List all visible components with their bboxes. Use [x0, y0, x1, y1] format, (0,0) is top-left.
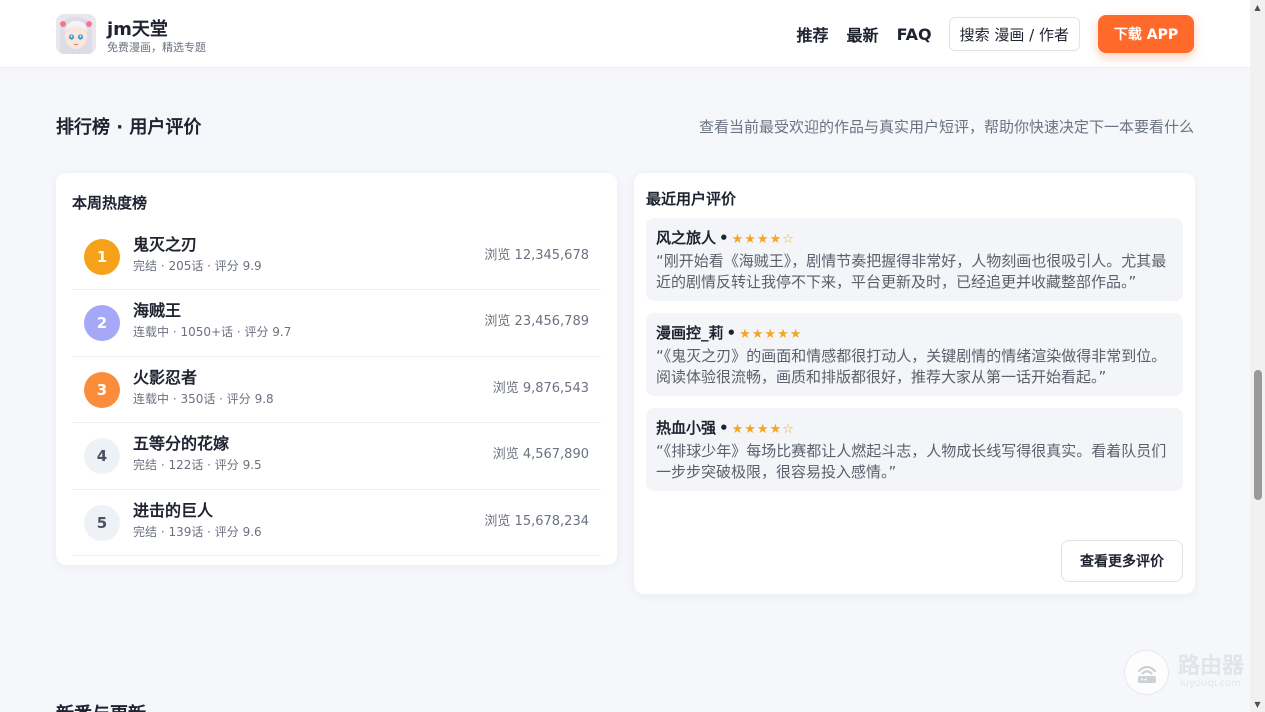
- review-username[interactable]: 热血小强: [656, 419, 716, 437]
- comic-meta: 连载中 · 350话 · 评分 9.8: [133, 391, 274, 406]
- separator-dot: •: [726, 324, 737, 342]
- nav-faq[interactable]: FAQ: [897, 25, 932, 44]
- reviews-title: 最近用户评价: [646, 190, 737, 208]
- recent-reviews-card: 最近用户评价 风之旅人 • ★★★★☆ “刚开始看《海贼王》，剧情节奏把握得非常好，…: [634, 173, 1195, 594]
- view-count: 浏览 23,456,789: [484, 314, 589, 330]
- comic-title[interactable]: 鬼灭之刃: [133, 231, 197, 255]
- comic-title[interactable]: 火影忍者: [133, 364, 197, 388]
- comic-meta: 完结 · 122话 · 评分 9.5: [133, 458, 262, 473]
- comic-meta: 连载中 · 1050+话 · 评分 9.7: [133, 325, 292, 340]
- top-header: jm天堂 免费漫画，精选专题 推荐 最新 FAQ 搜索 漫画 / 作者 下载 A…: [0, 0, 1250, 68]
- rank-badge: 2: [84, 305, 120, 342]
- review-item: 风之旅人 • ★★★★☆ “刚开始看《海贼王》，剧情节奏把握得非常好，人物刻画也很吸…: [646, 218, 1183, 301]
- review-text: “《排球少年》每场比赛都让人燃起斗志，人物成长线写得很真实。看着队员们一步步突破…: [656, 442, 1167, 481]
- view-count: 浏览 4,567,890: [492, 447, 589, 463]
- brand-subtitle: 免费漫画，精选专题: [107, 41, 206, 54]
- ranking-item[interactable]: 2 海贼王 连载中 · 1050+话 · 评分 9.7 浏览 23,456,78…: [72, 290, 601, 357]
- ranking-item[interactable]: 1 鬼灭之刃 完结 · 205话 · 评分 9.9 浏览 12,345,678: [72, 224, 601, 291]
- scroll-up-arrow-icon[interactable]: ▲: [1250, 0, 1265, 15]
- watermark-title: 路由器: [1178, 654, 1245, 679]
- section-description: 查看当前最受欢迎的作品与真实用户短评，帮助你快速决定下一本要看什么: [698, 118, 1194, 136]
- review-item: 热血小强 • ★★★★☆ “《排球少年》每场比赛都让人燃起斗志，人物成长线写得很真实…: [646, 408, 1183, 491]
- rank-badge: 1: [84, 239, 120, 275]
- next-section-title: 新番与更新: [56, 700, 146, 712]
- site-logo[interactable]: [56, 14, 96, 54]
- separator-dot: •: [719, 229, 729, 247]
- comic-title[interactable]: 海贼王: [133, 297, 181, 321]
- watermark: 路由器 luyouqi.com: [1124, 648, 1250, 696]
- weekly-ranking-card: 本周热度榜 1 鬼灭之刃 完结 · 205话 · 评分 9.9 浏览 12,34…: [56, 173, 617, 565]
- section-title: 排行榜 · 用户评价: [56, 117, 202, 138]
- scroll-down-arrow-icon[interactable]: ▼: [1250, 697, 1265, 712]
- separator-dot: •: [719, 419, 729, 437]
- view-count: 浏览 15,678,234: [484, 513, 589, 529]
- search-button[interactable]: 搜索 漫画 / 作者: [948, 17, 1080, 51]
- view-count: 浏览 9,876,543: [492, 380, 589, 396]
- router-icon: [1124, 650, 1169, 695]
- rank-badge: 5: [84, 504, 120, 541]
- review-list: 风之旅人 • ★★★★☆ “刚开始看《海贼王》，剧情节奏把握得非常好，人物刻画也很吸…: [646, 218, 1183, 503]
- more-reviews-button[interactable]: 查看更多评价: [1061, 540, 1183, 582]
- watermark-subtitle: luyouqi.com: [1180, 678, 1242, 689]
- ranking-item[interactable]: 3 火影忍者 连载中 · 350话 · 评分 9.8 浏览 9,876,543: [72, 357, 601, 424]
- ranking-list: 1 鬼灭之刃 完结 · 205话 · 评分 9.9 浏览 12,345,678 …: [72, 224, 601, 556]
- review-text: “刚开始看《海贼王》，剧情节奏把握得非常好，人物刻画也很吸引人。尤其最近的剧情反…: [656, 252, 1167, 291]
- main-nav: 推荐 最新 FAQ 搜索 漫画 / 作者 下载 APP: [797, 14, 1194, 54]
- star-rating: ★★★★☆: [731, 422, 795, 437]
- page: jm天堂 免费漫画，精选专题 推荐 最新 FAQ 搜索 漫画 / 作者 下载 A…: [0, 0, 1250, 712]
- review-username[interactable]: 风之旅人: [656, 229, 716, 247]
- rank-badge: 4: [84, 438, 120, 475]
- ranking-item[interactable]: 5 进击的巨人 完结 · 139话 · 评分 9.6 浏览 15,678,234: [72, 490, 601, 556]
- vertical-scrollbar[interactable]: ▲ ▼: [1250, 0, 1265, 712]
- rank-badge: 3: [84, 371, 120, 408]
- star-rating: ★★★★★: [739, 327, 803, 342]
- scroll-thumb[interactable]: [1254, 370, 1262, 500]
- search-label: 搜索 漫画 / 作者: [959, 25, 1069, 44]
- ranking-title: 本周热度榜: [72, 194, 148, 212]
- download-app-button[interactable]: 下载 APP: [1098, 15, 1194, 53]
- comic-title[interactable]: 进击的巨人: [133, 497, 213, 521]
- comic-meta: 完结 · 205话 · 评分 9.9: [133, 259, 262, 273]
- comic-title[interactable]: 五等分的花嫁: [133, 430, 229, 454]
- comic-meta: 完结 · 139话 · 评分 9.6: [133, 524, 262, 539]
- star-rating: ★★★★☆: [731, 232, 795, 247]
- brand-title[interactable]: jm天堂: [107, 15, 168, 41]
- nav-latest[interactable]: 最新: [847, 22, 879, 46]
- view-count: 浏览 12,345,678: [484, 248, 589, 263]
- review-item: 漫画控_莉 • ★★★★★ “《鬼灭之刃》的画面和情感都很打动人，关键剧情的情绪渲染…: [646, 313, 1183, 396]
- ranking-item[interactable]: 4 五等分的花嫁 完结 · 122话 · 评分 9.5 浏览 4,567,890: [72, 423, 601, 490]
- nav-recommend[interactable]: 推荐: [797, 22, 829, 46]
- review-text: “《鬼灭之刃》的画面和情感都很打动人，关键剧情的情绪渲染做得非常到位。阅读体验很…: [656, 347, 1167, 386]
- review-username[interactable]: 漫画控_莉: [656, 324, 724, 342]
